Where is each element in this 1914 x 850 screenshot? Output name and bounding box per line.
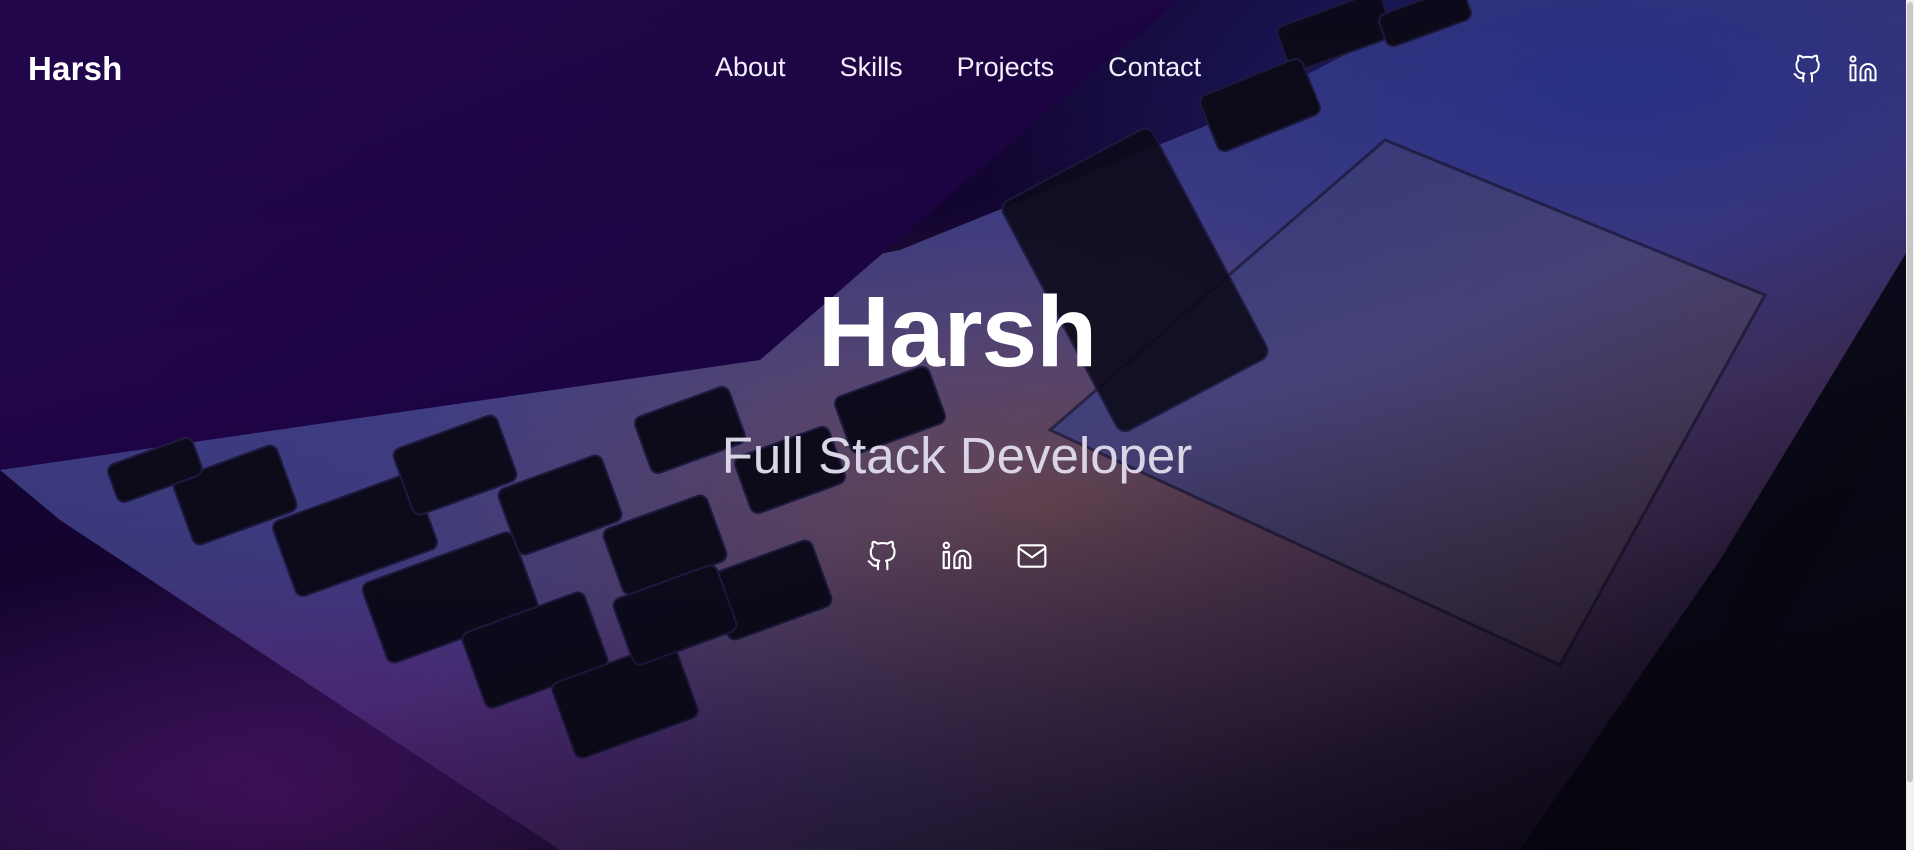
nav-item-skills: Skills xyxy=(840,52,903,83)
portfolio-page: Harsh About Skills Projects Contact Hars… xyxy=(0,0,1914,850)
linkedin-icon[interactable] xyxy=(941,540,973,572)
nav-link-skills[interactable]: Skills xyxy=(840,52,903,82)
nav-social-links xyxy=(1792,54,1878,84)
linkedin-icon[interactable] xyxy=(1848,54,1878,84)
mail-icon[interactable] xyxy=(1016,540,1048,572)
top-navbar: Harsh About Skills Projects Contact xyxy=(0,0,1906,142)
nav-item-about: About xyxy=(715,52,786,83)
hero-subtitle: Full Stack Developer xyxy=(721,427,1193,484)
hero-social-links xyxy=(0,540,1914,572)
nav-link-contact[interactable]: Contact xyxy=(1108,52,1201,82)
scrollbar-thumb[interactable] xyxy=(1907,2,1913,782)
nav-link-projects[interactable]: Projects xyxy=(957,52,1055,82)
github-icon[interactable] xyxy=(866,540,898,572)
nav-item-contact: Contact xyxy=(1108,52,1201,83)
nav-link-about[interactable]: About xyxy=(715,52,786,82)
brand-logo[interactable]: Harsh xyxy=(28,50,123,88)
nav-links: About Skills Projects Contact xyxy=(715,52,1201,83)
hero-title: Harsh xyxy=(817,276,1097,388)
nav-item-projects: Projects xyxy=(957,52,1055,83)
github-icon[interactable] xyxy=(1792,54,1822,84)
